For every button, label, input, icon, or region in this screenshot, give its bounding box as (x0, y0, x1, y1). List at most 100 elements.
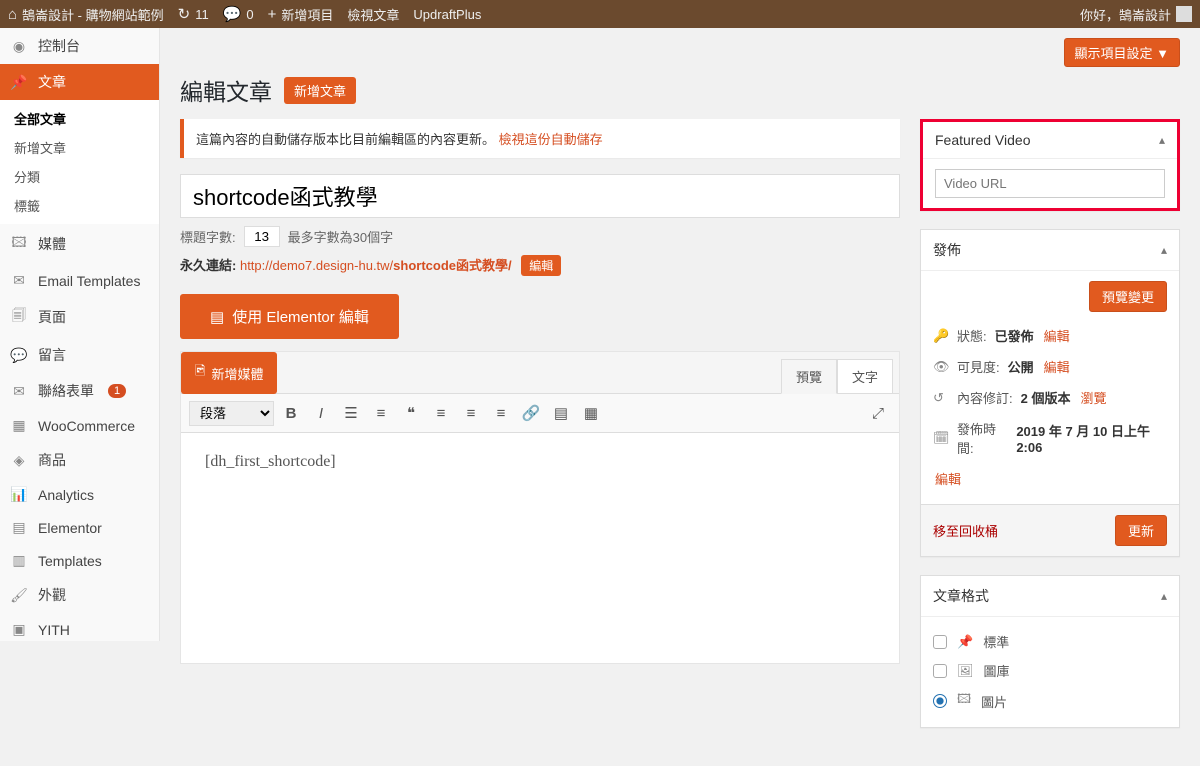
submenu-categories[interactable]: 分類 (0, 162, 159, 191)
key-icon: 🔑 (933, 328, 949, 344)
featured-video-box: Featured Video▴ (920, 119, 1180, 211)
autosave-notice: 這篇內容的自動儲存版本比目前編輯區的內容更新。 檢視這份自動儲存 (180, 119, 900, 158)
add-new-button[interactable]: 新增文章 (284, 77, 356, 104)
view-post-link[interactable]: 檢視文章 (347, 5, 399, 24)
video-url-input[interactable] (935, 169, 1165, 198)
screen-options-button[interactable]: 顯示項目設定 ▼ (1064, 38, 1181, 67)
menu-comments[interactable]: 💬留言 (0, 337, 159, 373)
pin-icon: 📌 (957, 634, 973, 650)
toolbar-toggle-button[interactable]: ▦ (578, 400, 604, 426)
menu-woocommerce[interactable]: ▦WooCommerce (0, 409, 159, 442)
bullet-list-button[interactable]: ☰ (338, 400, 364, 426)
menu-elementor[interactable]: ▤Elementor (0, 511, 159, 544)
permalink-edit-button[interactable]: 編輯 (521, 255, 561, 276)
revisions-browse-link[interactable]: 瀏覽 (1080, 388, 1106, 407)
update-button[interactable]: 更新 (1115, 515, 1167, 546)
comment-icon: 💬 (223, 5, 242, 23)
admin-sidebar: ◉控制台 📌文章 全部文章 新增文章 分類 標籤 🖾媒體 ✉Email Temp… (0, 28, 160, 641)
user-greeting[interactable]: 你好，鵠崙設計 (1080, 5, 1192, 24)
menu-email-templates[interactable]: ✉Email Templates (0, 264, 159, 297)
chevron-up-icon: ▴ (1161, 243, 1167, 257)
submenu-tags[interactable]: 標籤 (0, 191, 159, 220)
format-standard[interactable]: 📌標準 (933, 627, 1167, 656)
elementor-icon: ▤ (210, 308, 224, 326)
link-button[interactable]: 🔗 (518, 400, 544, 426)
comments-link[interactable]: 💬0 (223, 5, 254, 23)
featured-video-header[interactable]: Featured Video▴ (923, 122, 1177, 159)
media-icon: 🖻 (195, 362, 205, 384)
eye-icon: 👁 (933, 359, 949, 375)
menu-posts[interactable]: 📌文章 (0, 64, 159, 100)
preview-changes-button[interactable]: 預覽變更 (1089, 281, 1167, 312)
contact-badge: 1 (108, 384, 126, 398)
publish-header[interactable]: 發佈▴ (921, 230, 1179, 271)
elementor-icon: ▤ (10, 519, 28, 536)
move-to-trash-link[interactable]: 移至回收桶 (933, 521, 998, 540)
menu-dashboard[interactable]: ◉控制台 (0, 28, 159, 64)
main-content: 顯示項目設定 ▼ 編輯文章 新增文章 這篇內容的自動儲存版本比目前編輯區的內容更… (160, 28, 1200, 766)
status-edit-link[interactable]: 編輯 (1044, 326, 1070, 345)
align-center-button[interactable]: ≡ (458, 400, 484, 426)
submenu-add-post[interactable]: 新增文章 (0, 133, 159, 162)
tab-visual[interactable]: 預覽 (781, 359, 837, 394)
bold-button[interactable]: B (278, 400, 304, 426)
more-button[interactable]: ▤ (548, 400, 574, 426)
elementor-edit-button[interactable]: ▤使用 Elementor 編輯 (180, 294, 399, 339)
menu-yith[interactable]: ▣YITH (0, 613, 159, 641)
permalink-link[interactable]: http://demo7.design-hu.tw/shortcode函式教學/ (240, 258, 512, 273)
editor-box: 🖻新增媒體 預覽 文字 段落 B I ☰ ≡ ❝ ≡ ≡ ≡ 🔗 (180, 351, 900, 664)
woo-icon: ▦ (10, 417, 28, 434)
mail-icon: ✉ (10, 272, 28, 289)
editor-content[interactable]: [dh_first_shortcode] (181, 433, 899, 663)
align-left-button[interactable]: ≡ (428, 400, 454, 426)
history-icon: ↺ (933, 390, 949, 406)
menu-appearance[interactable]: 🖌外觀 (0, 577, 159, 613)
image-icon: 🖾 (957, 690, 971, 712)
product-icon: ◈ (10, 452, 28, 469)
updates-link[interactable]: ↻11 (178, 5, 209, 23)
number-list-button[interactable]: ≡ (368, 400, 394, 426)
format-image[interactable]: 🖾圖片 (933, 685, 1167, 717)
menu-contact[interactable]: ✉聯絡表單1 (0, 373, 159, 409)
format-gallery[interactable]: 🖼圖庫 (933, 656, 1167, 685)
date-edit-link[interactable]: 編輯 (935, 469, 961, 488)
post-format-header[interactable]: 文章格式▴ (921, 576, 1179, 617)
media-icon: 🖾 (10, 232, 28, 256)
title-count-label: 標題字數: (180, 227, 236, 246)
title-count-value[interactable] (244, 226, 280, 247)
mail-icon: ✉ (10, 383, 28, 400)
chevron-up-icon: ▴ (1159, 133, 1165, 147)
quote-button[interactable]: ❝ (398, 400, 424, 426)
comment-icon: 💬 (10, 347, 28, 364)
site-home-link[interactable]: ⌂鵠崙設計 - 購物網站範例 (8, 5, 164, 24)
menu-analytics[interactable]: 📊Analytics (0, 478, 159, 511)
format-select[interactable]: 段落 (189, 401, 274, 426)
dashboard-icon: ◉ (10, 38, 28, 55)
post-format-box: 文章格式▴ 📌標準 🖼圖庫 🖾圖片 (920, 575, 1180, 728)
tab-text[interactable]: 文字 (837, 359, 893, 394)
autosave-view-link[interactable]: 檢視這份自動儲存 (499, 132, 603, 147)
yith-icon: ▣ (10, 621, 28, 638)
add-media-button[interactable]: 🖻新增媒體 (181, 352, 277, 394)
pin-icon: 📌 (10, 74, 28, 91)
menu-templates[interactable]: ▥Templates (0, 544, 159, 577)
visibility-edit-link[interactable]: 編輯 (1044, 357, 1070, 376)
fullscreen-button[interactable]: ⤢ (865, 400, 891, 426)
post-title-input[interactable] (180, 174, 900, 218)
refresh-icon: ↻ (178, 5, 191, 23)
page-icon: 🗐 (10, 305, 28, 329)
italic-button[interactable]: I (308, 400, 334, 426)
align-right-button[interactable]: ≡ (488, 400, 514, 426)
chart-icon: 📊 (10, 486, 28, 503)
admin-bar: ⌂鵠崙設計 - 購物網站範例 ↻11 💬0 +新增項目 檢視文章 Updraft… (0, 0, 1200, 28)
plus-icon: + (268, 6, 277, 23)
new-item-link[interactable]: +新增項目 (268, 5, 334, 24)
gallery-icon: 🖼 (957, 663, 974, 679)
menu-media[interactable]: 🖾媒體 (0, 224, 159, 264)
menu-posts-submenu: 全部文章 新增文章 分類 標籤 (0, 100, 159, 224)
updraft-link[interactable]: UpdraftPlus (413, 7, 481, 22)
permalink-label: 永久連結: (180, 258, 236, 273)
menu-pages[interactable]: 🗐頁面 (0, 297, 159, 337)
menu-products[interactable]: ◈商品 (0, 442, 159, 478)
submenu-all-posts[interactable]: 全部文章 (0, 104, 159, 133)
